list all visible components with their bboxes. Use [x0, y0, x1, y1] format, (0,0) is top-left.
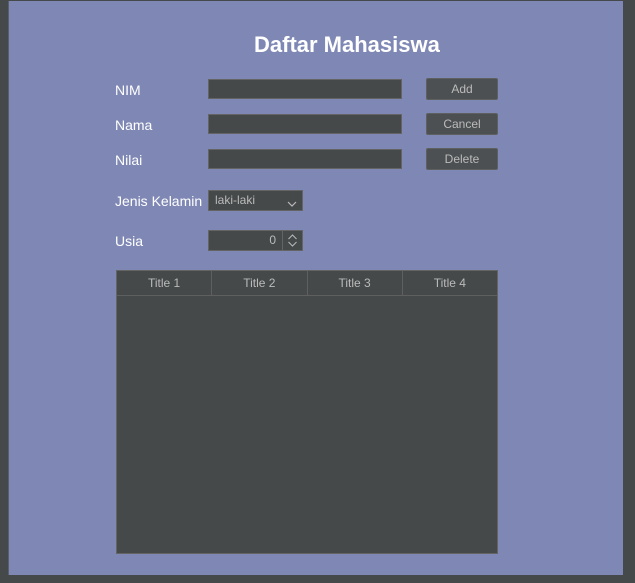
delete-button[interactable]: Delete	[426, 148, 498, 170]
column-header[interactable]: Title 3	[308, 271, 403, 295]
column-header[interactable]: Title 2	[212, 271, 308, 295]
usia-label: Usia	[115, 233, 144, 249]
mahasiswa-table[interactable]: Title 1 Title 2 Title 3 Title 4	[116, 270, 498, 554]
nilai-label: Nilai	[115, 152, 143, 168]
table-header: Title 1 Title 2 Title 3 Title 4	[117, 271, 497, 296]
nama-label: Nama	[115, 117, 153, 133]
nilai-field[interactable]	[208, 149, 402, 169]
nim-field[interactable]	[208, 79, 402, 99]
nama-field[interactable]	[208, 114, 402, 134]
app-window: Daftar Mahasiswa NIM Add Nama Cancel Nil…	[0, 0, 635, 583]
jenis-kelamin-label: Jenis Kelamin	[115, 193, 203, 209]
chevron-down-icon	[286, 195, 298, 207]
page-title: Daftar Mahasiswa	[254, 32, 440, 57]
nim-label: NIM	[115, 82, 141, 98]
column-header[interactable]: Title 4	[403, 271, 497, 295]
jenis-kelamin-selected: laki-laki	[215, 193, 256, 207]
jenis-kelamin-combobox[interactable]: laki-laki	[208, 190, 303, 211]
usia-spinner[interactable]: 0	[208, 230, 303, 251]
usia-value: 0	[269, 233, 276, 247]
table-body[interactable]	[117, 296, 497, 553]
add-button[interactable]: Add	[426, 78, 498, 100]
window-edge	[623, 0, 635, 583]
cancel-button[interactable]: Cancel	[426, 113, 498, 135]
column-header[interactable]: Title 1	[117, 271, 213, 295]
main-panel: Daftar Mahasiswa NIM Add Nama Cancel Nil…	[8, 1, 624, 575]
spinner-up-down-icon[interactable]	[282, 231, 302, 250]
